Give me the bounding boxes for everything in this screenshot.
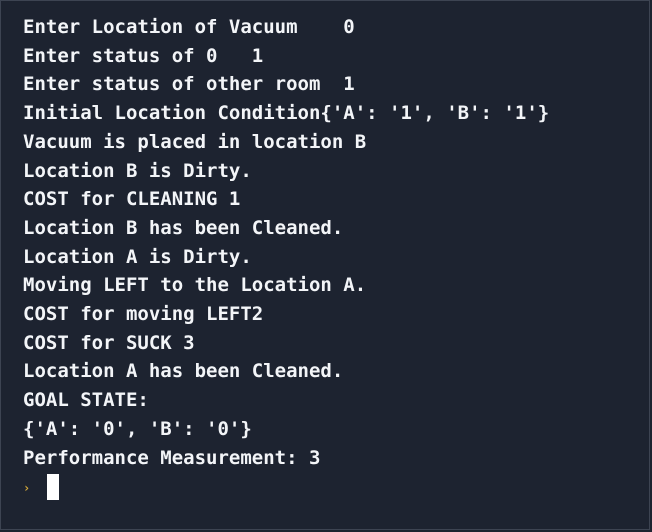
console-output-panel[interactable]: Enter Location of Vacuum 0 Enter status … <box>0 0 650 530</box>
console-output: Enter Location of Vacuum 0 Enter status … <box>23 13 549 472</box>
output-line: {'A': '0', 'B': '0'} <box>23 417 252 440</box>
output-line: GOAL STATE: <box>23 389 149 412</box>
chevron-right-icon: › <box>23 481 31 495</box>
output-line: Location A has been Cleaned. <box>23 360 344 383</box>
output-line: COST for moving LEFT2 <box>23 303 264 326</box>
output-line: COST for SUCK 3 <box>23 331 195 354</box>
output-line: Enter Location of Vacuum 0 <box>23 16 355 38</box>
input-prompt[interactable]: › <box>23 473 59 501</box>
output-line: COST for CLEANING 1 <box>23 188 241 211</box>
output-line: Moving LEFT to the Location A. <box>23 274 367 297</box>
output-line: Vacuum is placed in location B <box>23 130 367 153</box>
output-line: Enter status of other room 1 <box>23 73 355 96</box>
output-line: Performance Measurement: 3 <box>23 446 321 469</box>
output-line: Location B has been Cleaned. <box>23 216 344 239</box>
output-line: Enter status of 0 1 <box>23 44 264 67</box>
output-line: Location B is Dirty. <box>23 159 252 182</box>
text-cursor[interactable] <box>47 474 59 500</box>
output-line: Initial Location Condition{'A': '1', 'B'… <box>23 102 550 125</box>
output-line: Location A is Dirty. <box>23 245 252 268</box>
